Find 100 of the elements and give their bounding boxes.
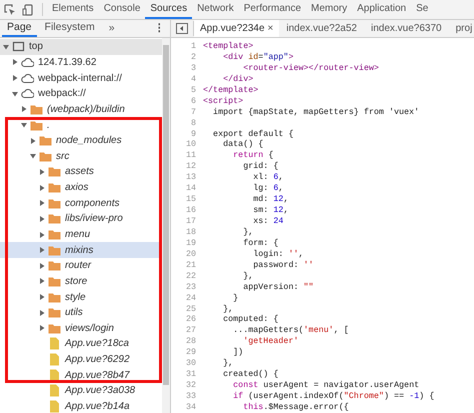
tree-item[interactable]: App.vue?b14a — [0, 398, 162, 413]
caret-right-icon[interactable] — [39, 184, 45, 191]
line-number: 33 — [184, 391, 197, 402]
cloud-icon — [21, 56, 34, 69]
folder-icon — [30, 102, 43, 116]
code-line: <router-view></router-view> — [242, 62, 379, 74]
panel-tab[interactable]: Performance — [238, 0, 306, 19]
panel-tab[interactable]: Se — [411, 0, 434, 19]
code-line: </template> — [202, 84, 258, 96]
select-element-icon[interactable] — [4, 4, 16, 16]
more-tabs-button[interactable]: » — [102, 20, 121, 37]
folder-icon — [48, 259, 61, 272]
code-line: }, — [222, 358, 234, 370]
cloud-icon — [21, 72, 34, 85]
folder-icon — [48, 306, 61, 320]
tree-item[interactable]: top — [0, 39, 162, 55]
panel-tab[interactable]: Elements — [47, 0, 99, 19]
sidebar-toggle-icon[interactable] — [176, 23, 188, 34]
caret-right-icon[interactable] — [39, 216, 45, 222]
caret-right-icon[interactable] — [39, 168, 45, 175]
tree-item[interactable]: node_modules — [0, 132, 162, 148]
tree-item[interactable]: router — [0, 258, 162, 274]
caret-right-icon[interactable] — [39, 294, 45, 300]
folder-icon — [48, 290, 61, 304]
tree-item[interactable]: axios — [0, 180, 162, 196]
tree-item[interactable]: App.vue?8b47 — [0, 367, 162, 384]
tree-item[interactable]: 124.71.39.62 — [0, 54, 162, 70]
frame-icon — [12, 40, 25, 54]
caret-right-icon[interactable] — [39, 310, 45, 316]
caret-down-icon[interactable] — [21, 122, 27, 128]
code-line: }, — [242, 270, 254, 282]
tree-item[interactable]: . — [0, 117, 162, 133]
close-button[interactable]: × — [268, 21, 274, 36]
line-number: 14 — [184, 183, 197, 194]
tree-item[interactable]: assets — [0, 164, 162, 180]
tree-item[interactable]: src — [0, 148, 162, 164]
tree-item[interactable]: views/login — [0, 320, 162, 336]
tree-item[interactable]: components — [0, 195, 162, 212]
caret-down-icon[interactable] — [3, 44, 9, 50]
line-number: 5 — [190, 84, 197, 96]
line-number: 22 — [184, 270, 197, 282]
editor-tab[interactable]: index.vue?6370 — [364, 20, 449, 37]
line-number: 34 — [184, 402, 197, 413]
menu-button[interactable]: ⋮ — [149, 20, 170, 37]
tree-item[interactable]: (webpack)/buildin — [0, 102, 162, 118]
line-number: 9 — [190, 128, 197, 140]
file-icon — [48, 400, 61, 413]
tree-item[interactable]: App.vue?18ca — [0, 336, 162, 352]
device-icon[interactable] — [22, 4, 34, 16]
editor-tab[interactable]: index.vue?2a52 — [279, 20, 364, 37]
caret-right-icon[interactable] — [39, 200, 45, 206]
cloud-icon — [21, 87, 34, 100]
panel-tab[interactable]: Memory — [306, 0, 352, 19]
line-number: 17 — [184, 216, 197, 227]
caret-right-icon[interactable] — [21, 106, 27, 112]
folder-icon — [48, 165, 61, 178]
editor-tab[interactable]: App.vue?234e × — [194, 20, 280, 37]
folder-icon — [48, 244, 61, 257]
caret-right-icon[interactable] — [39, 278, 45, 284]
code-line: password: '' — [252, 260, 314, 271]
caret-right-icon[interactable] — [39, 247, 45, 254]
tree-item[interactable]: mixins — [0, 242, 162, 258]
panel-tab[interactable]: Application — [352, 0, 412, 19]
line-number: 28 — [184, 336, 197, 348]
line-number: 20 — [184, 248, 197, 260]
caret-right-icon[interactable] — [12, 59, 18, 66]
caret-down-icon[interactable] — [30, 153, 36, 160]
tree-item[interactable]: store — [0, 274, 162, 290]
code-line: 'getHeader' — [242, 336, 298, 348]
caret-right-icon[interactable] — [39, 262, 45, 269]
caret-right-icon[interactable] — [30, 138, 36, 144]
code-line: ]) — [232, 347, 244, 358]
code-line: sm: 12, — [252, 205, 288, 216]
folder-icon — [39, 150, 52, 163]
tree-item[interactable]: webpack:// — [0, 86, 162, 102]
file-icon — [48, 337, 61, 350]
panel-tab[interactable]: Network — [192, 0, 239, 19]
code-line: <script> — [202, 96, 244, 107]
editor-tab[interactable]: proj — [448, 20, 474, 37]
panel-tab[interactable]: Console — [98, 0, 146, 19]
caret-down-icon[interactable] — [12, 90, 18, 97]
tree-item[interactable]: style — [0, 289, 162, 305]
tree-item[interactable]: libs/iview-pro — [0, 211, 162, 227]
folder-icon — [48, 212, 61, 226]
code-line: data() { — [222, 139, 264, 150]
folder-icon — [48, 274, 61, 288]
tree-item[interactable]: menu — [0, 226, 162, 242]
scrollbar[interactable] — [162, 38, 170, 413]
navigator-tab[interactable]: Filesystem — [36, 20, 103, 37]
tree-item[interactable]: App.vue?6292 — [0, 352, 162, 368]
caret-right-icon[interactable] — [39, 232, 45, 238]
code-line: </div> — [222, 74, 254, 85]
scrollbar-thumb[interactable] — [163, 45, 169, 385]
line-number: 25 — [184, 304, 197, 314]
tree-item[interactable]: webpack-internal:// — [0, 70, 162, 86]
tree-item[interactable]: utils — [0, 304, 162, 321]
tree-item[interactable]: App.vue?3a038 — [0, 383, 162, 399]
navigator-tab[interactable]: Page — [2, 20, 37, 37]
caret-right-icon[interactable] — [12, 75, 18, 82]
caret-right-icon[interactable] — [39, 325, 45, 332]
